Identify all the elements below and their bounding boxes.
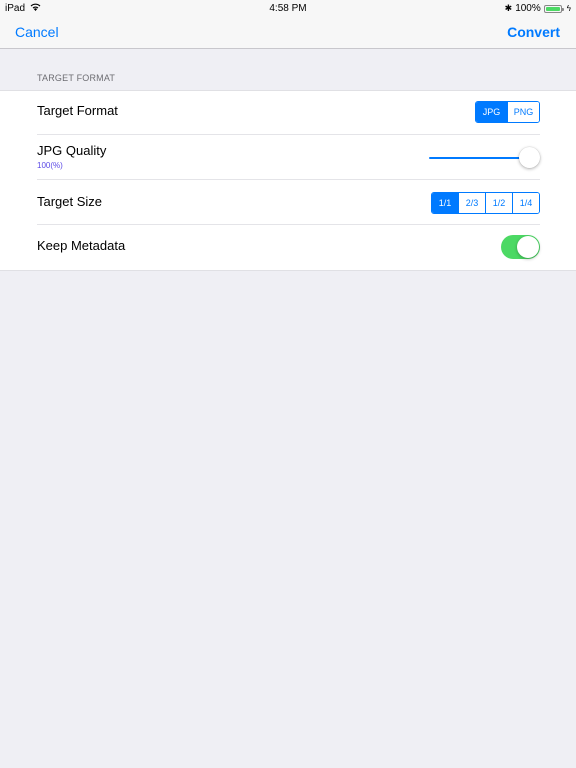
jpg-quality-slider[interactable]	[429, 147, 540, 169]
target-format-row: Target Format JPG PNG	[0, 91, 576, 135]
size-option-1-4[interactable]: 1/4	[512, 193, 539, 213]
cancel-button[interactable]: Cancel	[15, 24, 59, 40]
toggle-knob	[517, 236, 539, 258]
target-size-label: Target Size	[37, 194, 103, 209]
keep-metadata-toggle[interactable]	[501, 235, 540, 259]
charging-icon: ϟ	[566, 4, 571, 13]
settings-table: Target Format JPG PNG JPG Quality 100(%)…	[0, 90, 576, 271]
convert-button[interactable]: Convert	[507, 24, 560, 40]
size-option-1-1[interactable]: 1/1	[432, 193, 458, 213]
format-option-jpg[interactable]: JPG	[476, 102, 507, 122]
slider-thumb[interactable]	[519, 147, 540, 168]
clock: 4:58 PM	[269, 3, 307, 14]
target-format-segmented-control: JPG PNG	[475, 101, 540, 123]
jpg-quality-label: JPG Quality	[37, 143, 107, 158]
jpg-quality-row: JPG Quality 100(%)	[0, 135, 576, 180]
target-size-segmented-control: 1/1 2/3 1/2 1/4	[431, 192, 540, 214]
battery-percent: 100%	[515, 3, 541, 14]
status-bar: iPad 4:58 PM ✱ 100% ϟ	[0, 0, 576, 16]
keep-metadata-label: Keep Metadata	[37, 238, 126, 253]
size-option-1-2[interactable]: 1/2	[485, 193, 512, 213]
navigation-bar: Cancel Convert	[0, 16, 576, 49]
target-size-row: Target Size 1/1 2/3 1/2 1/4	[0, 180, 576, 225]
target-format-label: Target Format	[37, 103, 118, 118]
section-header: TARGET FORMAT	[37, 73, 116, 83]
keep-metadata-row: Keep Metadata	[0, 225, 576, 270]
battery-icon	[543, 4, 564, 13]
format-option-png[interactable]: PNG	[507, 102, 539, 122]
size-option-2-3[interactable]: 2/3	[458, 193, 485, 213]
bluetooth-icon: ✱	[504, 3, 513, 13]
slider-track	[429, 157, 530, 159]
jpg-quality-value: 100(%)	[37, 161, 63, 170]
